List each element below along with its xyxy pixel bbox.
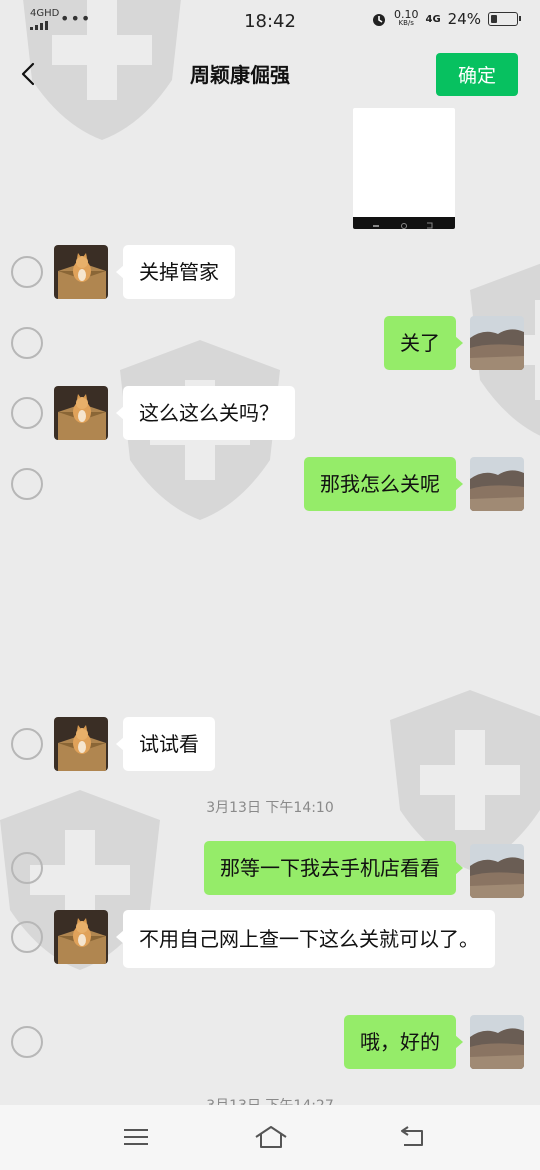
battery-percent: 24% [447,10,481,28]
select-radio[interactable] [11,921,43,953]
top-nav: 周颖康倔强 确定 [0,42,540,108]
cat-avatar[interactable] [54,910,108,964]
timestamp: 3月13日 下午14:10 [206,800,334,816]
sent-bubble[interactable]: 哦，好的 [344,1015,463,1069]
select-radio[interactable] [11,256,43,288]
home-icon[interactable] [254,1123,287,1151]
landscape-avatar[interactable] [470,844,524,898]
image-nav-bar [353,217,455,229]
back-icon[interactable] [396,1123,428,1151]
menu-icon[interactable] [120,1123,152,1151]
received-bubble[interactable]: 不用自己网上查一下这么关就可以了。 [116,910,495,968]
cat-avatar[interactable] [54,386,108,440]
battery-icon [488,12,521,26]
landscape-avatar[interactable] [470,316,524,370]
received-bubble[interactable]: 关掉管家 [116,245,235,299]
received-bubble[interactable]: 试试看 [116,717,215,771]
network-speed: 0.10 KB/s [393,8,419,27]
sent-bubble[interactable]: 关了 [384,316,463,370]
select-radio[interactable] [11,468,43,500]
cat-avatar[interactable] [54,717,108,771]
select-radio[interactable] [11,397,43,429]
landscape-avatar[interactable] [470,1015,524,1069]
select-radio[interactable] [11,852,43,884]
network-4g: 4G [425,13,441,25]
sent-bubble[interactable]: 那等一下我去手机店看看 [204,841,463,895]
chat-title: 周颖康倔强 [190,63,290,87]
cat-avatar[interactable] [54,245,108,299]
confirm-button[interactable]: 确定 [436,53,518,96]
chat-area[interactable]: 关掉管家 关了 这么这么关吗？ 那我怎么关呢 试试看 3月13日 下午14:10 [0,0,540,1114]
image-message[interactable] [353,108,455,229]
alarm-icon [372,14,385,26]
select-radio[interactable] [11,728,43,760]
chevron-left-icon[interactable] [14,57,44,91]
received-bubble[interactable]: 这么这么关吗？ [116,386,295,440]
status-bar: 4GHD ••• 18:42 0.10 KB/s 4G 24% [0,0,540,42]
system-nav-bar [0,1105,540,1170]
landscape-avatar[interactable] [470,457,524,511]
select-radio[interactable] [11,327,43,359]
sent-bubble[interactable]: 那我怎么关呢 [304,457,463,511]
select-radio[interactable] [11,1026,43,1058]
